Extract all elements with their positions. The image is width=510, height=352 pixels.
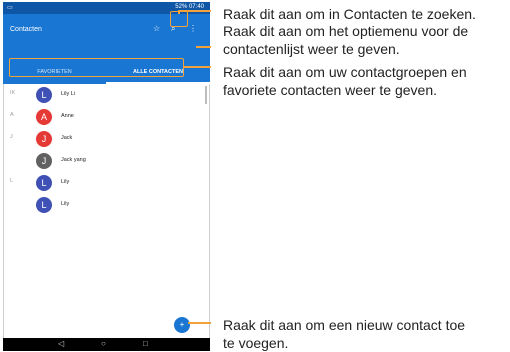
callout-line-add	[188, 322, 211, 324]
avatar: L	[36, 175, 52, 191]
index-letter: IK	[10, 90, 16, 96]
list-item[interactable]: A A Anne	[3, 106, 210, 128]
annotation-add-line1: Raak dit aan om een nieuw contact toe	[223, 317, 466, 333]
callout-line-search	[178, 10, 211, 12]
contact-name: Jack	[61, 135, 73, 141]
add-contact-button[interactable]: +	[174, 317, 190, 333]
contact-name: Anne	[61, 113, 74, 119]
avatar: A	[36, 109, 52, 125]
annotation-menu-line2: contactenlijst weer te geven.	[223, 41, 400, 57]
star-icon[interactable]: ☆	[153, 24, 160, 33]
list-item[interactable]: L L Lily	[3, 172, 210, 194]
list-item[interactable]: IK L Lily Li	[3, 84, 210, 106]
back-icon[interactable]: ◁	[58, 339, 64, 348]
annotation-groups-line1: Raak dit aan om uw contactgroepen en	[223, 64, 467, 80]
contact-list: IK L Lily Li A A Anne J J Jack J Jack ya…	[3, 84, 210, 324]
scrollbar[interactable]	[205, 86, 207, 104]
avatar: J	[36, 153, 52, 169]
recent-apps-icon[interactable]: □	[143, 339, 148, 348]
list-item[interactable]: J J Jack	[3, 128, 210, 150]
callout-line-menu	[196, 46, 211, 48]
list-item[interactable]: J Jack yang	[3, 150, 210, 172]
index-letter: A	[10, 112, 14, 118]
contact-name: Lily	[61, 201, 70, 207]
index-letter: J	[10, 134, 13, 140]
annotation-groups-line2: favoriete contacten weer te geven.	[223, 82, 438, 98]
home-icon[interactable]: ○	[101, 339, 106, 348]
add-person-icon: +	[179, 320, 185, 329]
annotation-menu-line1: Raak dit aan om het optiemenu voor de	[223, 23, 469, 39]
tablet-screen: ▭ 52% 07:40 Contacten ☆ ⌕ ⋮ FAVORIETEN A…	[3, 2, 210, 351]
avatar: J	[36, 131, 52, 147]
contact-name: Lily	[61, 179, 70, 185]
list-item[interactable]: L Lily	[3, 194, 210, 216]
annotation-add-line2: te voegen.	[223, 335, 289, 351]
avatar: L	[36, 87, 52, 103]
callout-line-tabs	[184, 66, 211, 68]
tabs-highlight-frame	[9, 58, 184, 77]
annotation-search: Raak dit aan om in Contacten te zoeken.	[223, 6, 476, 22]
avatar: L	[36, 197, 52, 213]
app-title: Contacten	[10, 26, 42, 33]
index-letter: L	[10, 178, 14, 184]
contact-name: Lily Li	[61, 91, 76, 97]
navigation-bar: ◁ ○ □	[3, 338, 210, 351]
notification-icon: ▭	[7, 5, 13, 11]
more-options-icon[interactable]: ⋮	[189, 24, 197, 33]
contact-name: Jack yang	[61, 157, 86, 163]
